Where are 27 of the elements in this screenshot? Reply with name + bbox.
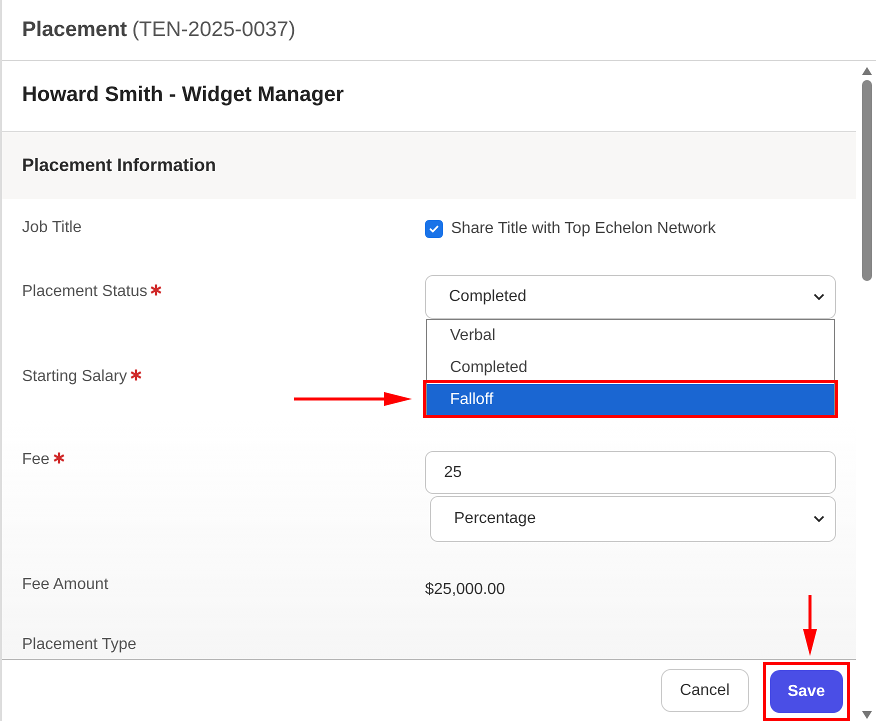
dropdown-option[interactable]: Completed [427, 352, 834, 384]
field-label: Fee Amount [22, 576, 108, 594]
chevron-icon [813, 515, 825, 523]
status-select[interactable]: Completed [425, 275, 836, 319]
chevron-icon [813, 293, 825, 301]
cancel-button[interactable]: Cancel [660, 669, 749, 712]
record-reference: (TEN-2025-0037) [132, 18, 296, 42]
field-label: Job Title [22, 219, 82, 237]
dropdown-option[interactable]: Verbal [427, 320, 834, 352]
annotation-arrow [802, 595, 818, 657]
save-button[interactable]: Save [770, 670, 843, 713]
dialog-title: Placement [22, 18, 128, 42]
scrollbar-thumb[interactable] [862, 80, 872, 281]
field-label: Fee [22, 451, 50, 469]
checkbox-label: Share Title with Top Echelon Network [451, 220, 716, 238]
field-label: Placement Status [22, 283, 148, 301]
field-value: $25,000.00 [425, 580, 506, 599]
scroll-down-icon[interactable] [862, 711, 872, 719]
checkbox[interactable] [425, 220, 443, 238]
fee-input[interactable]: 25 [425, 451, 836, 494]
section-title: Placement Information [22, 155, 216, 176]
field-label: Starting Salary [22, 368, 127, 386]
field-label: Placement Type [22, 636, 136, 654]
dropdown-option[interactable]: Falloff [427, 384, 834, 416]
check-icon [428, 223, 440, 235]
fee-type-select[interactable]: Percentage [430, 496, 836, 542]
scroll-up-icon[interactable] [862, 67, 872, 75]
